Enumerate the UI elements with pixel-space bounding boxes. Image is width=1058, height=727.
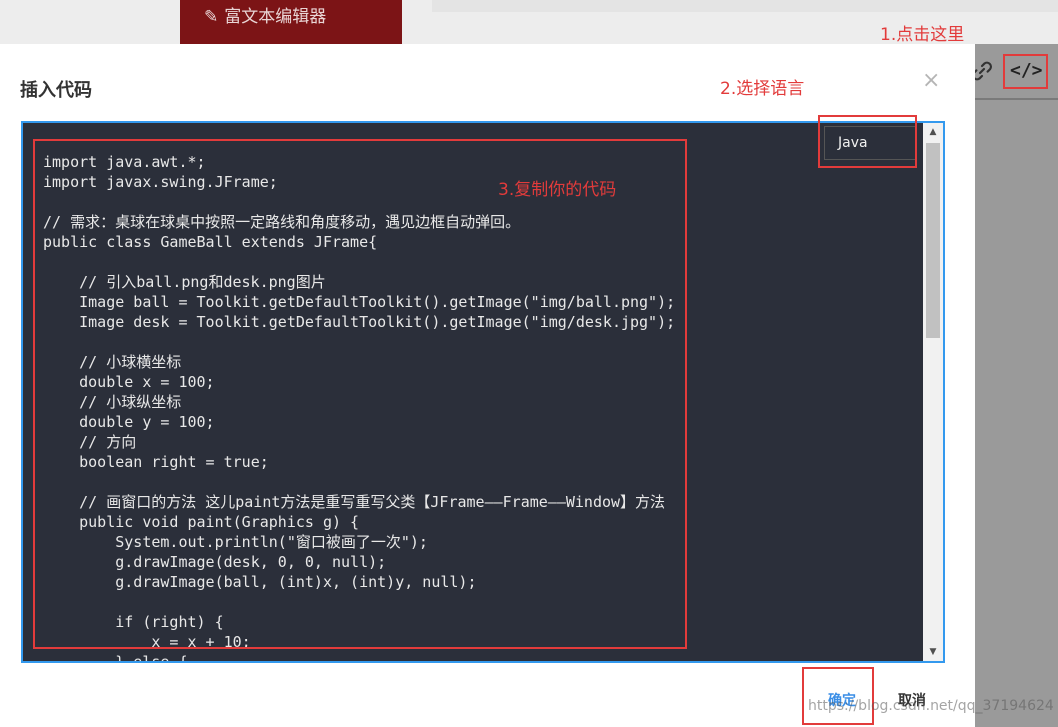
scroll-down-arrow-icon[interactable]: ▼ [923,643,943,661]
scroll-thumb[interactable] [926,143,940,338]
code-line: } else { [43,653,188,663]
close-icon[interactable]: × [922,68,940,94]
annotation-box-confirm [802,667,874,725]
pen-icon: ✎ [204,7,219,27]
annotation-step-1: 1.点击这里 [880,25,965,45]
scroll-up-arrow-icon[interactable]: ▲ [923,123,943,141]
vertical-scrollbar[interactable]: ▲ ▼ [923,123,943,661]
annotation-box-language [818,115,917,168]
page-header-bar [432,0,1058,12]
rich-text-editor-tab[interactable]: ✎ 富文本编辑器 [180,0,402,44]
annotation-box-code-button [1003,54,1048,89]
watermark: https://blog.csdn.net/qq_37194624 [808,698,1054,714]
rich-text-editor-tab-label: 富文本编辑器 [224,7,327,27]
dialog-title: 插入代码 [20,80,92,101]
annotation-box-code [33,139,687,649]
annotation-step-2: 2.选择语言 [720,79,805,99]
